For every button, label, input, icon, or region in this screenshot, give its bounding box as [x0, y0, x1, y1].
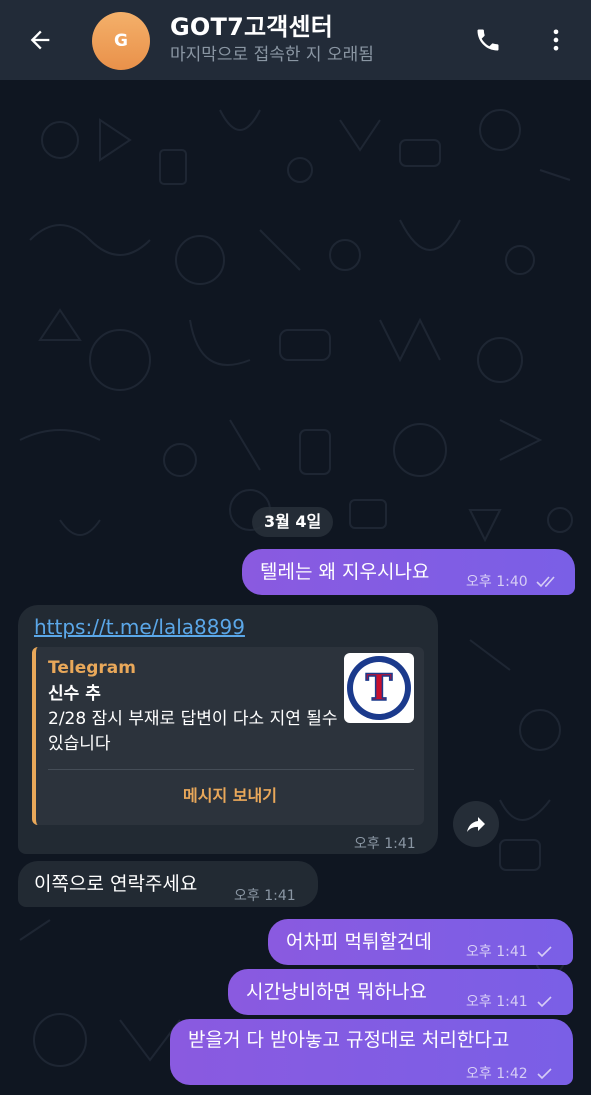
preview-divider [48, 769, 414, 770]
chat-title: GOT7고객센터 [170, 13, 334, 41]
arrow-left-icon [30, 30, 50, 50]
message-link[interactable]: https://t.me/lala8899 [34, 614, 245, 640]
message-time: 오후 1:41 [466, 989, 554, 1015]
message-time: 오후 1:40 [466, 569, 560, 595]
thumbnail-letter: T [366, 667, 393, 709]
share-arrow-icon [467, 817, 485, 832]
check-icon [537, 946, 552, 958]
message-time-label: 오후 1:41 [466, 944, 528, 960]
message-text: 어차피 먹튀할건데 [286, 931, 432, 953]
chat-header: G GOT7고객센터 마지막으로 접속한 지 오래됨 [0, 0, 591, 80]
message-outgoing[interactable]: 시간낭비하면 뭐하나요 오후 1:41 [228, 969, 573, 1015]
share-button[interactable] [453, 801, 499, 847]
check-icon [537, 1068, 552, 1080]
message-time-label: 오후 1:40 [466, 574, 528, 590]
preview-title: 신수 추 [48, 684, 101, 704]
message-text: 텔레는 왜 지우시나요 [260, 561, 430, 583]
message-time-label: 오후 1:42 [466, 1066, 528, 1082]
back-button[interactable] [22, 22, 58, 58]
chat-status: 마지막으로 접속한 지 오래됨 [170, 45, 374, 65]
message-incoming-link[interactable]: https://t.me/lala8899 Telegram 신수 추 2/28… [18, 605, 438, 854]
message-text: 시간낭비하면 뭐하나요 [246, 981, 427, 1003]
message-outgoing[interactable]: 받을거 다 받아놓고 규정대로 처리한다고 오후 1:42 [170, 1019, 573, 1085]
phone-icon [477, 29, 499, 51]
chat-info[interactable]: GOT7고객센터 마지막으로 접속한 지 오래됨 [170, 12, 374, 67]
message-time-label: 오후 1:41 [466, 994, 528, 1010]
texas-rangers-logo-icon: T [347, 656, 411, 720]
message-outgoing[interactable]: 어차피 먹튀할건데 오후 1:41 [268, 919, 573, 965]
message-text: 받을거 다 받아놓고 규정대로 처리한다고 [188, 1029, 510, 1051]
message-outgoing[interactable]: 텔레는 왜 지우시나요 오후 1:40 [242, 549, 575, 595]
more-vertical-icon [553, 29, 559, 51]
date-separator: 3월 4일 [252, 507, 334, 537]
message-time: 오후 1:41 [354, 836, 416, 852]
more-button[interactable] [538, 22, 574, 58]
preview-thumbnail: T [344, 653, 414, 723]
message-incoming[interactable]: 이쪽으로 연락주세요 오후 1:41 [18, 861, 318, 907]
chat-background[interactable]: 3월 4일 텔레는 왜 지우시나요 오후 1:40 https://t.me/l… [0, 80, 591, 1095]
avatar[interactable]: G [92, 12, 150, 70]
check-icon [537, 996, 552, 1008]
message-time: 오후 1:42 [466, 1061, 554, 1087]
message-time: 오후 1:41 [466, 939, 554, 965]
preview-description: 2/28 잠시 부재로 답변이 다소 지연 될수있습니다 [48, 709, 338, 754]
message-text: 이쪽으로 연락주세요 [34, 873, 198, 895]
avatar-letter: G [114, 31, 128, 51]
call-button[interactable] [470, 22, 506, 58]
send-message-button[interactable]: 메시지 보내기 [36, 771, 424, 821]
message-time: 오후 1:41 [234, 888, 296, 904]
link-preview[interactable]: Telegram 신수 추 2/28 잠시 부재로 답변이 다소 지연 될수있습… [32, 647, 424, 825]
double-check-icon [536, 576, 555, 588]
preview-site: Telegram [48, 658, 136, 678]
